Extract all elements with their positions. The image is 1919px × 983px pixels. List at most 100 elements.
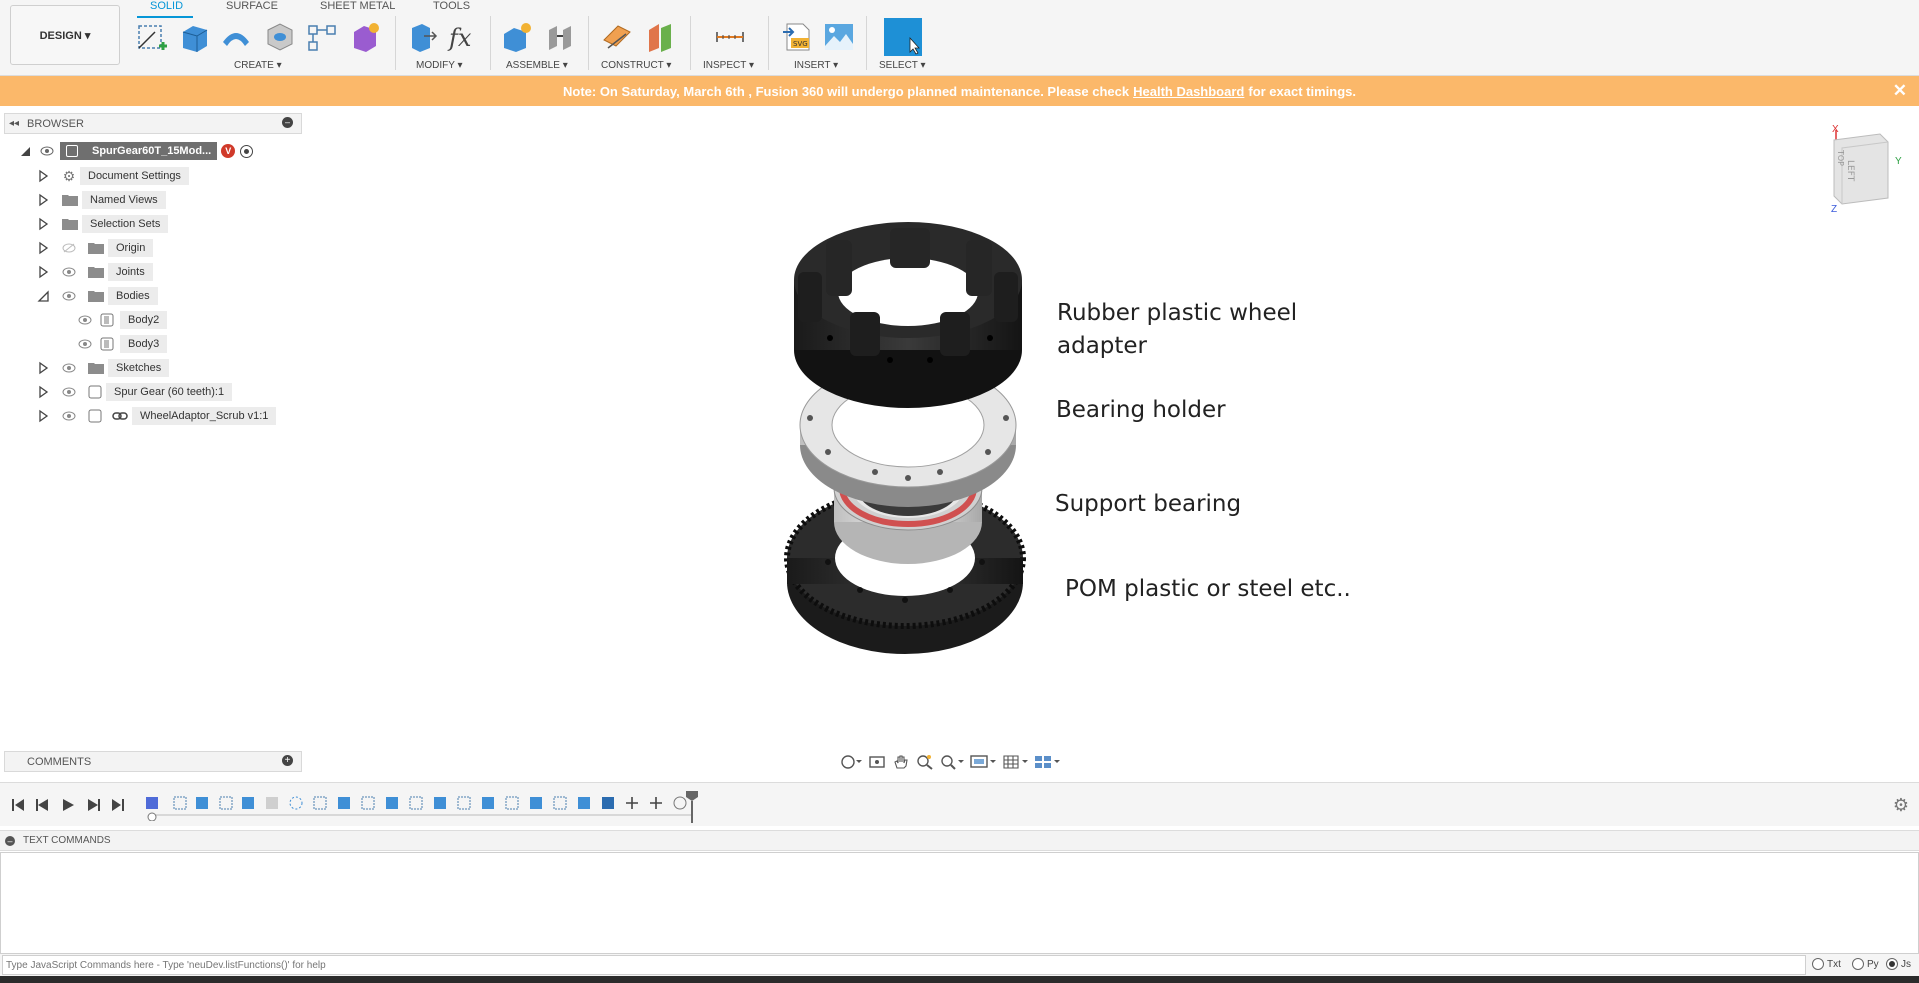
go-to-start-icon[interactable] [12,799,24,811]
visibility-eye-icon[interactable] [62,411,76,421]
visibility-eye-icon[interactable] [62,387,76,397]
tree-item-body2[interactable]: Body2 [78,310,168,330]
expand-triangle-icon[interactable] [36,409,50,423]
tree-item-wheel-adaptor[interactable]: WheelAdaptor_Scrub v1:1 [36,406,277,426]
construct-menu[interactable]: CONSTRUCT ▾ [601,60,671,71]
viewcube-graphic[interactable]: LEFT TOP [1826,126,1906,216]
create-menu[interactable]: CREATE ▾ [234,60,282,71]
tree-root[interactable]: SpurGear60T_15Mod... V [18,141,254,161]
collapse-triangle-icon[interactable] [18,144,32,158]
comments-panel-header[interactable]: COMMENTS + [4,751,302,772]
orbit-icon[interactable] [840,754,862,770]
collapse-panel-icon[interactable]: ◂◂ [9,118,19,129]
display-settings-icon[interactable] [970,754,996,770]
folder-icon [88,363,104,374]
expand-triangle-icon[interactable] [36,169,50,183]
zoom-icon[interactable] [916,754,934,770]
visibility-eye-icon[interactable] [62,267,76,277]
look-at-icon[interactable] [868,754,886,770]
expand-triangle-icon[interactable] [36,385,50,399]
select-cursor-icon[interactable] [884,18,922,56]
command-input[interactable] [2,955,1806,975]
viewports-icon[interactable] [1034,754,1060,770]
expand-triangle-icon[interactable] [36,217,50,231]
js-radio-option[interactable]: Js [1886,958,1911,970]
tree-item-body3[interactable]: Body3 [78,334,168,354]
txt-radio-option[interactable]: Txt [1812,958,1841,970]
plane-at-angle-icon[interactable] [643,20,677,54]
step-back-icon[interactable] [36,799,48,811]
wheel-adapter-model[interactable] [794,222,1022,408]
expand-triangle-icon[interactable] [36,265,50,279]
visibility-eye-icon[interactable] [78,315,92,325]
tree-item-named-views[interactable]: Named Views [36,190,166,210]
revolve-icon[interactable] [219,20,253,54]
create-sketch-icon[interactable] [135,20,169,54]
tree-item-label: Body2 [120,311,168,329]
joint-icon[interactable] [543,20,577,54]
tree-item-label: WheelAdaptor_Scrub v1:1 [132,407,277,425]
tree-item-document-settings[interactable]: ⚙ Document Settings [36,166,189,186]
insert-svg-icon[interactable]: SVG [781,20,815,54]
collapse-text-commands-icon[interactable]: – [5,835,15,846]
expand-triangle-icon[interactable] [36,241,50,255]
create-form-icon[interactable] [348,20,382,54]
viewcube[interactable]: LEFT TOP X Y Z [1826,124,1906,216]
offset-plane-icon[interactable] [600,20,634,54]
go-to-end-icon[interactable] [112,799,124,811]
tree-item-bodies[interactable]: Bodies [36,286,158,306]
measure-icon[interactable] [713,20,747,54]
tab-sheet-metal[interactable]: SHEET METAL [320,0,395,12]
pan-hand-icon[interactable] [892,754,910,770]
inspect-menu[interactable]: INSPECT ▾ [703,60,754,71]
text-commands-header[interactable]: – TEXT COMMANDS [0,830,1919,851]
radio-icon[interactable] [1812,958,1824,970]
model-viewport[interactable] [780,220,1040,680]
select-menu[interactable]: SELECT ▾ [879,60,926,71]
radio-selected-icon[interactable] [1886,958,1898,970]
extrude-icon[interactable] [177,20,211,54]
tab-tools[interactable]: TOOLS [433,0,470,12]
new-component-icon[interactable] [500,20,534,54]
visibility-eye-icon[interactable] [62,363,76,373]
health-dashboard-link[interactable]: Health Dashboard [1133,84,1244,99]
tree-item-origin[interactable]: Origin [36,238,154,258]
tree-item-joints[interactable]: Joints [36,262,153,282]
insert-menu[interactable]: INSERT ▾ [794,60,838,71]
grid-settings-icon[interactable] [1002,754,1028,770]
add-comment-icon[interactable]: + [282,755,293,766]
activate-radio-icon[interactable] [240,144,254,158]
timeline-marker-handle[interactable] [686,791,698,823]
timeline-features[interactable] [144,793,704,821]
visibility-eye-icon[interactable] [78,339,92,349]
tree-item-spur-gear[interactable]: Spur Gear (60 teeth):1 [36,382,233,402]
panel-options-icon[interactable]: – [282,117,293,128]
tab-surface[interactable]: SURFACE [226,0,278,12]
collapse-triangle-icon[interactable] [36,289,50,303]
version-badge-icon[interactable]: V [221,144,236,158]
visibility-eye-icon[interactable] [40,146,54,156]
close-icon[interactable]: ✕ [1893,81,1907,101]
fit-icon[interactable] [940,754,964,770]
pattern-icon[interactable] [305,20,339,54]
timeline-settings-gear-icon[interactable]: ⚙ [1893,795,1909,816]
play-icon[interactable] [63,799,74,811]
press-pull-icon[interactable] [404,20,438,54]
change-parameters-icon[interactable]: fx [447,20,481,54]
radio-icon[interactable] [1852,958,1864,970]
tree-item-selection-sets[interactable]: Selection Sets [36,214,169,234]
step-forward-icon[interactable] [88,799,100,811]
insert-canvas-icon[interactable] [822,20,856,54]
tab-solid[interactable]: SOLID [150,0,183,12]
tree-item-sketches[interactable]: Sketches [36,358,170,378]
modify-menu[interactable]: MODIFY ▾ [416,60,463,71]
expand-triangle-icon[interactable] [36,193,50,207]
hidden-eye-icon[interactable] [62,243,76,253]
workspace-switcher-button[interactable]: DESIGN ▾ [10,5,120,65]
hole-icon[interactable] [262,20,296,54]
visibility-eye-icon[interactable] [62,291,76,301]
assemble-menu[interactable]: ASSEMBLE ▾ [506,60,568,71]
expand-triangle-icon[interactable] [36,361,50,375]
root-component-label[interactable]: SpurGear60T_15Mod... [60,142,218,160]
py-radio-option[interactable]: Py [1852,958,1879,970]
